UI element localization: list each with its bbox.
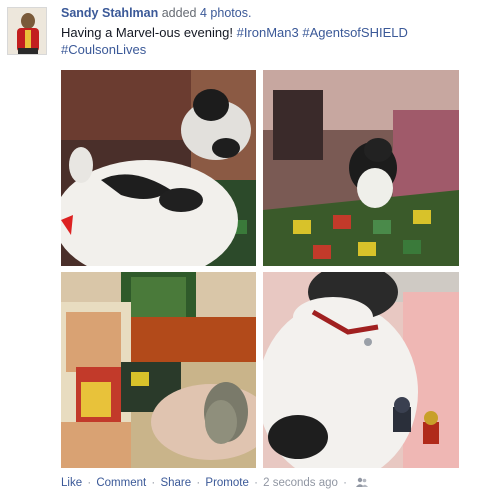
photo-4-image (263, 272, 459, 468)
photo-4[interactable] (263, 272, 459, 468)
hashtag-agentsofshield[interactable]: #AgentsofSHIELD (302, 25, 408, 40)
post-footer: Like · Comment · Share · Promote · 2 sec… (61, 477, 369, 491)
separator: · (196, 477, 201, 489)
share-link[interactable]: Share (160, 477, 191, 489)
post-action-text: added (161, 6, 197, 20)
photo-count-link[interactable]: 4 photos. (200, 6, 251, 20)
friends-icon[interactable] (356, 477, 369, 491)
hashtag-coulsonlives[interactable]: #CoulsonLives (61, 42, 146, 57)
separator: · (87, 477, 92, 489)
avatar[interactable] (7, 7, 47, 55)
separator: · (151, 477, 156, 489)
message-text: Having a Marvel-ous evening! (61, 25, 237, 40)
photo-1-image (61, 70, 256, 266)
comment-link[interactable]: Comment (96, 477, 146, 489)
photo-1[interactable] (61, 70, 256, 266)
photo-2[interactable] (263, 70, 459, 266)
post-header: Sandy Stahlman added 4 photos. (61, 5, 481, 22)
photo-3-image (61, 272, 256, 468)
timestamp-link[interactable]: 2 seconds ago (263, 477, 338, 489)
separator: · (343, 477, 347, 489)
author-name-link[interactable]: Sandy Stahlman (61, 6, 158, 20)
post-message: Having a Marvel-ous evening! #IronMan3 #… (61, 24, 461, 58)
photo-2-image (263, 70, 459, 266)
separator: · (254, 477, 258, 489)
like-link[interactable]: Like (61, 477, 82, 489)
avatar-image (8, 8, 46, 54)
photo-3[interactable] (61, 272, 256, 468)
promote-link[interactable]: Promote (205, 477, 248, 489)
hashtag-ironman3[interactable]: #IronMan3 (237, 25, 299, 40)
